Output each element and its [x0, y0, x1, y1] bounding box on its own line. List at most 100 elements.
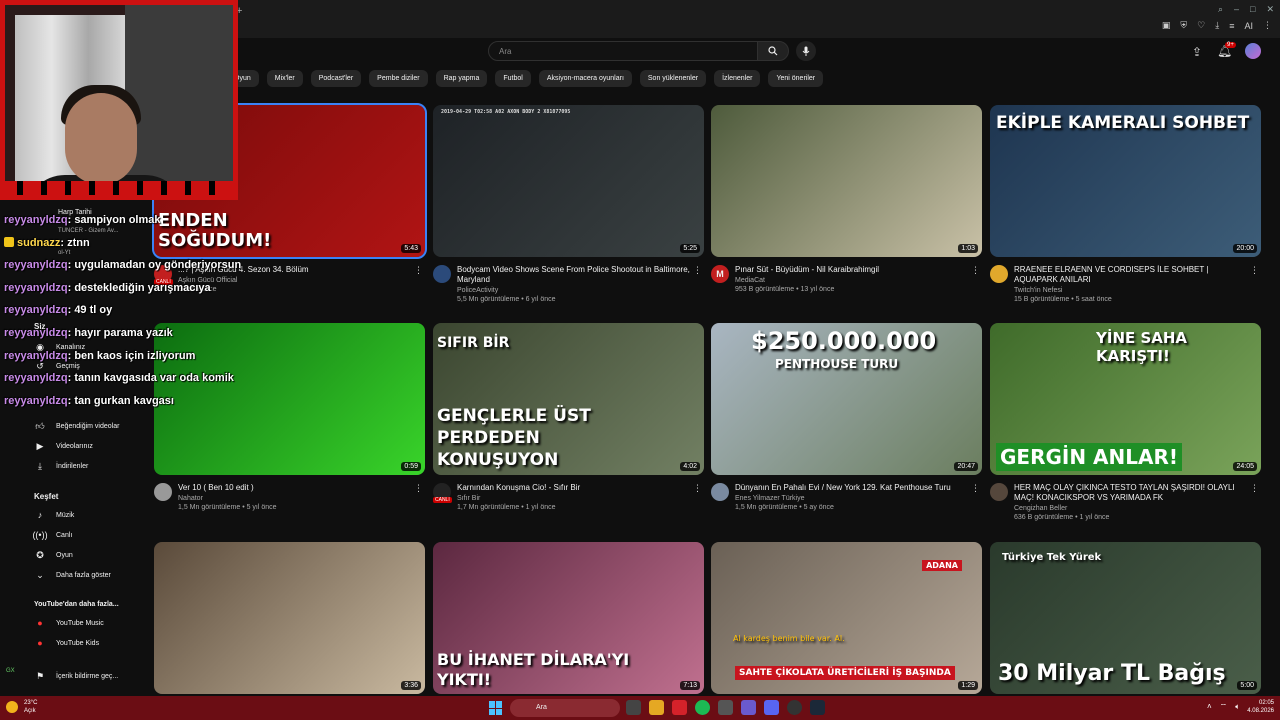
app-icon[interactable]	[718, 700, 733, 715]
voice-search-button[interactable]	[796, 41, 816, 61]
video-thumbnail[interactable]: YİNE SAHA KARIŞTI! GERGİN ANLAR! 24:05	[990, 323, 1261, 475]
chat-username[interactable]: reyyanyldzq	[4, 304, 68, 316]
video-thumbnail[interactable]: SAHTE ÇİKOLATA ÜRETİCİLERİ İŞ BAŞINDA ADA…	[711, 542, 982, 694]
more-actions-icon[interactable]: ⋮	[971, 265, 980, 276]
chat-username[interactable]: reyyanyldzq	[4, 282, 68, 294]
video-title[interactable]: Karnından Konuşma Cio! - Sıfır Bir	[457, 483, 690, 493]
heart-icon[interactable]: ♡	[1197, 20, 1205, 31]
channel-avatar[interactable]: M	[711, 265, 729, 283]
download-icon[interactable]: ⤓	[1215, 20, 1219, 31]
search-button[interactable]	[757, 41, 789, 61]
more-actions-icon[interactable]: ⋮	[1250, 483, 1259, 494]
channel-name[interactable]: MediaCat	[735, 277, 968, 284]
video-title[interactable]: Bodycam Video Shows Scene From Police Sh…	[457, 265, 690, 285]
more-actions-icon[interactable]: ⋮	[693, 265, 702, 276]
weather-icon[interactable]	[6, 701, 18, 713]
chip[interactable]: Mix'ler	[266, 70, 303, 87]
more-actions-icon[interactable]: ⋮	[693, 483, 702, 494]
minimize-button[interactable]: –	[1234, 4, 1239, 15]
channel-avatar[interactable]	[433, 265, 451, 283]
chip[interactable]: Aksiyon-macera oyunları	[538, 70, 632, 87]
sidebar-item-music[interactable]: ♪ Müzik	[34, 509, 75, 521]
sidebar-item-downloads[interactable]: ⤓ İndirilenler	[34, 460, 88, 472]
sidebar-item-your-videos[interactable]: ▶ Videolarınız	[34, 440, 93, 452]
chat-username[interactable]: reyyanyldzq	[4, 350, 68, 362]
video-thumbnail[interactable]: EKİPLE KAMERALI SOHBET 20:00	[990, 105, 1261, 257]
weather-widget[interactable]: 23°C Açık	[24, 699, 37, 715]
sidebar-sub-tuncer[interactable]: TUNCER - Gizem Av...	[58, 228, 118, 234]
search-icon[interactable]: ⌕	[1218, 4, 1223, 15]
channel-name[interactable]: Cengizhan Beller	[1014, 505, 1247, 512]
more-actions-icon[interactable]: ⋮	[414, 483, 423, 494]
extension-icon[interactable]: ▣	[1162, 20, 1171, 31]
video-title[interactable]: Dünyanın En Pahalı Evi / New York 129. K…	[735, 483, 968, 493]
video-title[interactable]: HER MAÇ OLAY ÇIKINCA TESTO TAYLAN ŞAŞIRD…	[1014, 483, 1247, 503]
channel-avatar[interactable]	[154, 483, 172, 501]
channel-name[interactable]: Nahator	[178, 495, 411, 502]
channel-name[interactable]: Enes Yilmazer Türkiye	[735, 495, 968, 502]
sidebar-item-youtube-kids[interactable]: ● YouTube Kids	[34, 637, 99, 649]
search-input[interactable]: Ara	[488, 41, 758, 61]
video-card[interactable]: 1:03 M Pınar Süt - Büyüdüm - Nil Karaibrah…	[711, 105, 982, 293]
chip[interactable]: Pembe diziler	[369, 70, 428, 87]
more-actions-icon[interactable]: ⋮	[971, 483, 980, 494]
maximize-button[interactable]: □	[1250, 4, 1255, 15]
video-thumbnail[interactable]: 2019-04-29 T02:58 A02 AXON BODY 2 X81077…	[433, 105, 704, 257]
upload-icon[interactable]: ⇪	[1192, 45, 1202, 59]
task-view-icon[interactable]	[626, 700, 641, 715]
sidebar-item-liked[interactable]: 👍︎ Beğendiğim videolar	[34, 420, 119, 432]
channel-name[interactable]: Aşkın Gücü Official	[178, 277, 411, 284]
channel-name[interactable]: PoliceActivity	[457, 287, 690, 294]
menu-icon[interactable]: ≡	[1229, 21, 1234, 31]
video-card[interactable]: BU İHANET DİLARA'YI YIKTI! 7:13	[433, 542, 704, 694]
ai-button[interactable]: AI	[1244, 21, 1253, 31]
shield-icon[interactable]: ⛨	[1180, 20, 1187, 31]
game-icon[interactable]	[741, 700, 756, 715]
file-explorer-icon[interactable]	[649, 700, 664, 715]
video-thumbnail[interactable]: $250.000.000 PENTHOUSE TURU 20:47	[711, 323, 982, 475]
video-title[interactable]: Ver 10 ( Ben 10 edit )	[178, 483, 411, 493]
sidebar-item-show-more[interactable]: ⌄ Daha fazla göster	[34, 569, 111, 581]
video-thumbnail[interactable]: 0:59	[154, 323, 425, 475]
avatar[interactable]	[1245, 43, 1261, 59]
sidebar-item-live[interactable]: ((•)) Canlı	[32, 529, 72, 541]
chat-username[interactable]: reyyanyldzq	[4, 372, 68, 384]
sidebar-item-gaming[interactable]: ✪ Oyun	[34, 549, 73, 561]
video-title[interactable]: Pınar Süt - Büyüdüm - Nil Karaibrahimgil	[735, 265, 968, 275]
video-card[interactable]: GENÇLERLE ÜST PERDEDEN KONUŞUYON SIFIR Bİ…	[433, 323, 704, 511]
network-icon[interactable]: ⌔	[1220, 702, 1228, 712]
video-thumbnail[interactable]: BU İHANET DİLARA'YI YIKTI! 7:13	[433, 542, 704, 694]
chip[interactable]: Podcast'ler	[310, 70, 362, 87]
channel-avatar[interactable]	[990, 483, 1008, 501]
close-button[interactable]: ✕	[1266, 4, 1274, 15]
chip[interactable]: İzlenenler	[714, 70, 761, 87]
video-card[interactable]: 3:36	[154, 542, 425, 694]
start-button[interactable]	[489, 701, 503, 715]
channel-name[interactable]: Sıfır Bir	[457, 495, 690, 502]
volume-icon[interactable]: 🔈︎	[1235, 702, 1240, 712]
video-card[interactable]: $250.000.000 PENTHOUSE TURU 20:47 Dünyanın …	[711, 323, 982, 511]
video-card[interactable]: EKİPLE KAMERALI SOHBET 20:00 RRAENEE ELRAE…	[990, 105, 1261, 303]
video-card[interactable]: YİNE SAHA KARIŞTI! GERGİN ANLAR! 24:05 HER …	[990, 323, 1261, 521]
more-actions-icon[interactable]: ⋮	[414, 265, 423, 276]
chip[interactable]: Son yüklenenler	[639, 70, 707, 87]
chat-username[interactable]: reyyanyldzq	[4, 259, 68, 271]
sidebar-item-youtube-music[interactable]: ● YouTube Music	[34, 617, 103, 629]
steam-icon[interactable]	[810, 700, 825, 715]
channel-name[interactable]: Twitch'in Nefesi	[1014, 287, 1247, 294]
sidebar-sub-ol-yt[interactable]: ol-Yt	[58, 250, 70, 256]
video-card[interactable]: SAHTE ÇİKOLATA ÜRETİCİLERİ İŞ BAŞINDA ADA…	[711, 542, 982, 694]
sidebar-item-report-history[interactable]: ⚑ İçerik bildirme geç...	[34, 670, 118, 682]
opera-gx-icon[interactable]	[672, 700, 687, 715]
chevron-up-icon[interactable]: ˄	[1207, 702, 1212, 712]
video-title[interactable]: RRAENEE ELRAENN VE CORDISEPS İLE SOHBET …	[1014, 265, 1247, 285]
channel-avatar[interactable]	[711, 483, 729, 501]
video-card[interactable]: 2019-04-29 T02:58 A02 AXON BODY 2 X81077…	[433, 105, 704, 303]
channel-avatar[interactable]	[990, 265, 1008, 283]
more-icon[interactable]: ⋮	[1263, 20, 1272, 31]
chat-username[interactable]: reyyanyldzq	[4, 395, 68, 407]
discord-icon[interactable]	[764, 700, 779, 715]
obs-icon[interactable]	[787, 700, 802, 715]
video-thumbnail[interactable]: 30 Milyar TL Bağış Türkiye Tek Yürek 5:00	[990, 542, 1261, 694]
chip[interactable]: Futbol	[495, 70, 531, 87]
